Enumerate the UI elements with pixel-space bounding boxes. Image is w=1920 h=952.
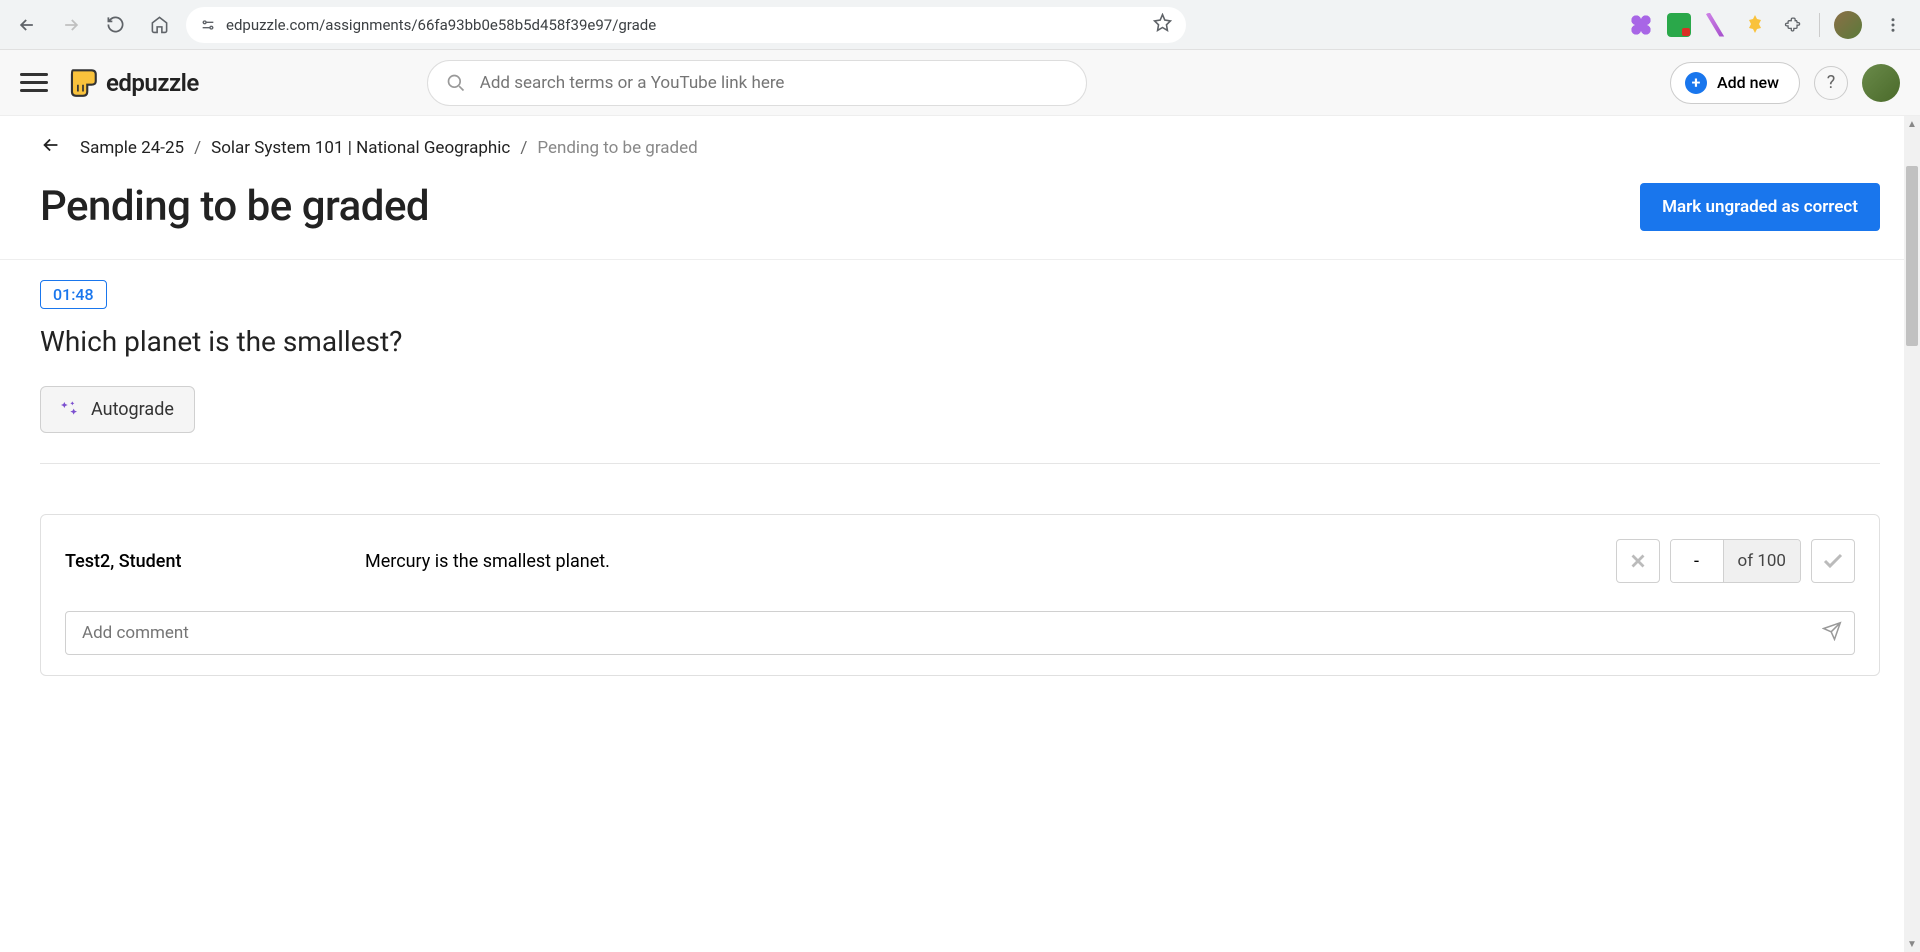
- wand-icon: [61, 400, 77, 420]
- send-comment-button[interactable]: [1822, 621, 1842, 645]
- scrollbar[interactable]: ▲ ▼: [1904, 116, 1920, 952]
- question-text: Which planet is the smallest?: [40, 325, 1880, 358]
- logo[interactable]: edpuzzle: [66, 66, 199, 100]
- divider: [1819, 13, 1820, 37]
- x-icon: [1627, 550, 1649, 572]
- extension-icon[interactable]: [1705, 13, 1729, 37]
- browser-back-button[interactable]: [10, 8, 44, 42]
- student-answer: Mercury is the smallest planet.: [365, 551, 1576, 572]
- browser-home-button[interactable]: [142, 8, 176, 42]
- browser-profile-avatar[interactable]: [1834, 11, 1862, 39]
- url-text: edpuzzle.com/assignments/66fa93bb0e58b5d…: [226, 16, 656, 34]
- student-name: Test2, Student: [65, 551, 325, 572]
- breadcrumb-level1[interactable]: Sample 24-25: [80, 138, 184, 158]
- extension-icon[interactable]: [1743, 13, 1767, 37]
- breadcrumb-row: Sample 24-25 / Solar System 101 | Nation…: [0, 116, 1920, 162]
- search-input[interactable]: [480, 73, 1068, 93]
- menu-button[interactable]: [20, 69, 48, 97]
- mark-correct-button[interactable]: [1811, 539, 1855, 583]
- browser-extensions: [1629, 8, 1910, 42]
- browser-chrome: edpuzzle.com/assignments/66fa93bb0e58b5d…: [0, 0, 1920, 50]
- send-icon: [1822, 621, 1842, 641]
- autograde-button[interactable]: Autograde: [40, 386, 195, 433]
- breadcrumb-level2[interactable]: Solar System 101 | National Geographic: [211, 138, 510, 158]
- comment-input[interactable]: [82, 623, 1822, 643]
- add-new-button[interactable]: + Add new: [1670, 62, 1800, 104]
- grade-controls: of 100: [1616, 539, 1856, 583]
- scroll-up-arrow[interactable]: ▲: [1904, 116, 1920, 132]
- breadcrumb-separator: /: [194, 138, 201, 158]
- search-icon: [446, 73, 466, 93]
- breadcrumb: Sample 24-25 / Solar System 101 | Nation…: [80, 138, 698, 158]
- browser-reload-button[interactable]: [98, 8, 132, 42]
- extension-icon[interactable]: [1629, 13, 1653, 37]
- mark-incorrect-button[interactable]: [1616, 539, 1660, 583]
- breadcrumb-current: Pending to be graded: [537, 138, 697, 158]
- score-max-label: of 100: [1723, 540, 1801, 582]
- score-input[interactable]: [1671, 540, 1723, 582]
- scroll-thumb[interactable]: [1906, 166, 1918, 346]
- search-bar[interactable]: [427, 60, 1087, 106]
- breadcrumb-separator: /: [520, 138, 527, 158]
- score-box: of 100: [1670, 539, 1802, 583]
- response-row: Test2, Student Mercury is the smallest p…: [65, 539, 1855, 583]
- mark-ungraded-correct-button[interactable]: Mark ungraded as correct: [1640, 183, 1880, 231]
- response-card: Test2, Student Mercury is the smallest p…: [40, 514, 1880, 676]
- divider: [40, 463, 1880, 464]
- scroll-down-arrow[interactable]: ▼: [1904, 936, 1920, 952]
- help-button[interactable]: ?: [1814, 66, 1848, 100]
- plus-icon: +: [1685, 72, 1707, 94]
- add-new-label: Add new: [1717, 73, 1779, 92]
- logo-icon: [66, 66, 100, 100]
- page-title: Pending to be graded: [40, 182, 429, 231]
- browser-menu-button[interactable]: [1876, 8, 1910, 42]
- question-timestamp[interactable]: 01:48: [40, 280, 107, 309]
- extensions-menu-icon[interactable]: [1781, 13, 1805, 37]
- logo-text: edpuzzle: [106, 69, 199, 97]
- site-settings-icon: [200, 17, 216, 33]
- content-area: 01:48 Which planet is the smallest? Auto…: [0, 260, 1920, 696]
- autograde-label: Autograde: [91, 399, 174, 420]
- app-header: edpuzzle + Add new ?: [0, 50, 1920, 116]
- browser-forward-button[interactable]: [54, 8, 88, 42]
- bookmark-star-icon[interactable]: [1153, 13, 1172, 36]
- title-row: Pending to be graded Mark ungraded as co…: [0, 162, 1920, 260]
- check-icon: [1821, 549, 1845, 573]
- extension-icon[interactable]: [1667, 13, 1691, 37]
- back-button[interactable]: [40, 134, 62, 162]
- comment-row: [65, 611, 1855, 655]
- user-avatar[interactable]: [1862, 64, 1900, 102]
- browser-url-bar[interactable]: edpuzzle.com/assignments/66fa93bb0e58b5d…: [186, 7, 1186, 43]
